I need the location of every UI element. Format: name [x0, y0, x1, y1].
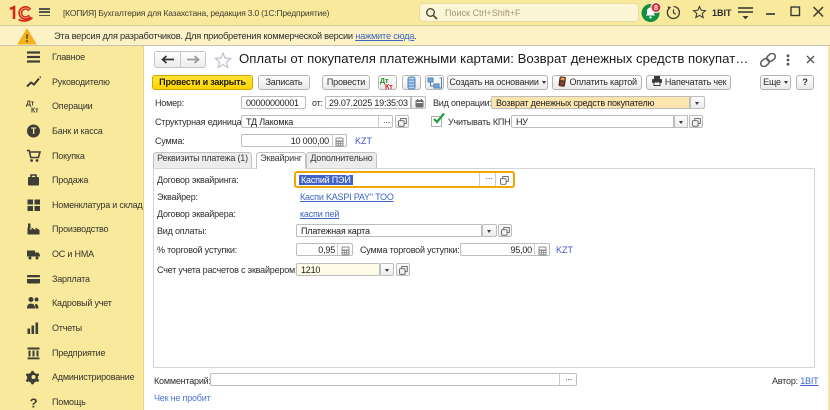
- svg-text:Дт: Дт: [26, 101, 35, 108]
- svg-text:?: ?: [30, 395, 38, 409]
- svg-text:8: 8: [654, 5, 658, 12]
- svg-text:Т: Т: [31, 126, 37, 136]
- svg-text:Кт: Кт: [385, 84, 393, 90]
- svg-text:Кт: Кт: [31, 108, 39, 114]
